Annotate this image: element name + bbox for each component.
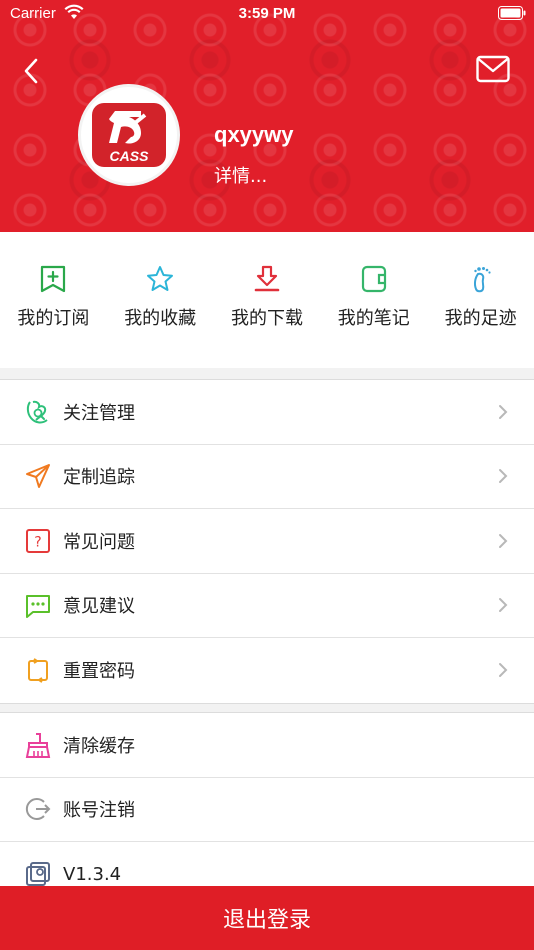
quick-label: 我的笔记 [337,308,410,329]
menu-item-follow[interactable]: 关注管理 [0,380,534,445]
profile-header: Carrier 3:59 PM CASS qxyywy 详情... [0,0,534,232]
send-icon [26,464,50,489]
menu-group-system: 清除缓存 账号注销 V1.3.4 [0,712,534,908]
quick-item-subscription[interactable]: 我的订阅 [0,232,107,368]
avatar[interactable]: CASS [78,84,180,186]
question-icon: ? [26,528,50,553]
feedback-icon [26,595,50,619]
menu-item-custom-tracking[interactable]: 定制追踪 [0,445,534,509]
quick-label: 我的下载 [230,308,303,329]
footprint-icon [473,267,491,293]
menu-item-feedback[interactable]: 意见建议 [0,574,534,638]
mail-icon[interactable] [476,55,510,83]
chevron-right-icon [499,598,508,613]
menu-group-main: 关注管理 定制追踪 ? 常见问题 意见建议 重置密码 [0,379,534,704]
quick-item-notes[interactable]: 我的笔记 [320,232,427,368]
reset-icon [28,658,48,684]
version-label: V1.3.4 [63,863,122,885]
quick-item-footprints[interactable]: 我的足迹 [427,232,534,368]
quick-label: 我的收藏 [124,308,197,329]
menu-label: 定制追踪 [63,467,135,489]
menu-label: 账号注销 [63,800,135,822]
menu-label: 意见建议 [63,596,135,618]
quick-item-favorites[interactable]: 我的收藏 [107,232,214,368]
quick-label: 我的足迹 [444,308,517,329]
cass-logo-icon: CASS [92,103,166,167]
battery-icon [498,6,526,20]
star-icon [147,266,174,291]
subscription-icon [41,265,66,293]
chevron-right-icon [499,404,508,419]
back-icon[interactable] [18,54,46,88]
logout-circle-icon [25,798,51,821]
menu-item-delete-account[interactable]: 账号注销 [0,778,534,842]
menu-item-reset-password[interactable]: 重置密码 [0,638,534,703]
chevron-right-icon [499,469,508,484]
notes-icon [361,265,386,293]
quick-label: 我的订阅 [17,308,90,329]
logout-button[interactable]: 退出登录 [0,886,534,950]
details-link[interactable]: 详情... [214,162,267,188]
version-icon [26,862,50,887]
menu-item-clear-cache[interactable]: 清除缓存 [0,713,534,778]
menu-label: 常见问题 [63,531,135,553]
menu-label: 重置密码 [63,661,135,683]
download-icon [254,265,280,292]
svg-text:?: ? [34,534,41,550]
clock: 3:59 PM [238,5,296,22]
menu-label: 关注管理 [63,402,135,424]
broom-icon [25,732,51,758]
quick-item-downloads[interactable]: 我的下载 [214,232,321,368]
menu-label: 清除缓存 [63,735,135,757]
quick-nav: 我的订阅 我的收藏 我的下载 我的笔记 我的足迹 [0,232,534,368]
logo-text: CASS [110,148,150,164]
chevron-right-icon [499,663,508,678]
chevron-right-icon [499,533,508,548]
menu-item-faq[interactable]: ? 常见问题 [0,509,534,574]
username: qxyywy [214,122,294,147]
status-bar: Carrier 3:59 PM [0,0,534,28]
follow-icon [26,400,48,424]
